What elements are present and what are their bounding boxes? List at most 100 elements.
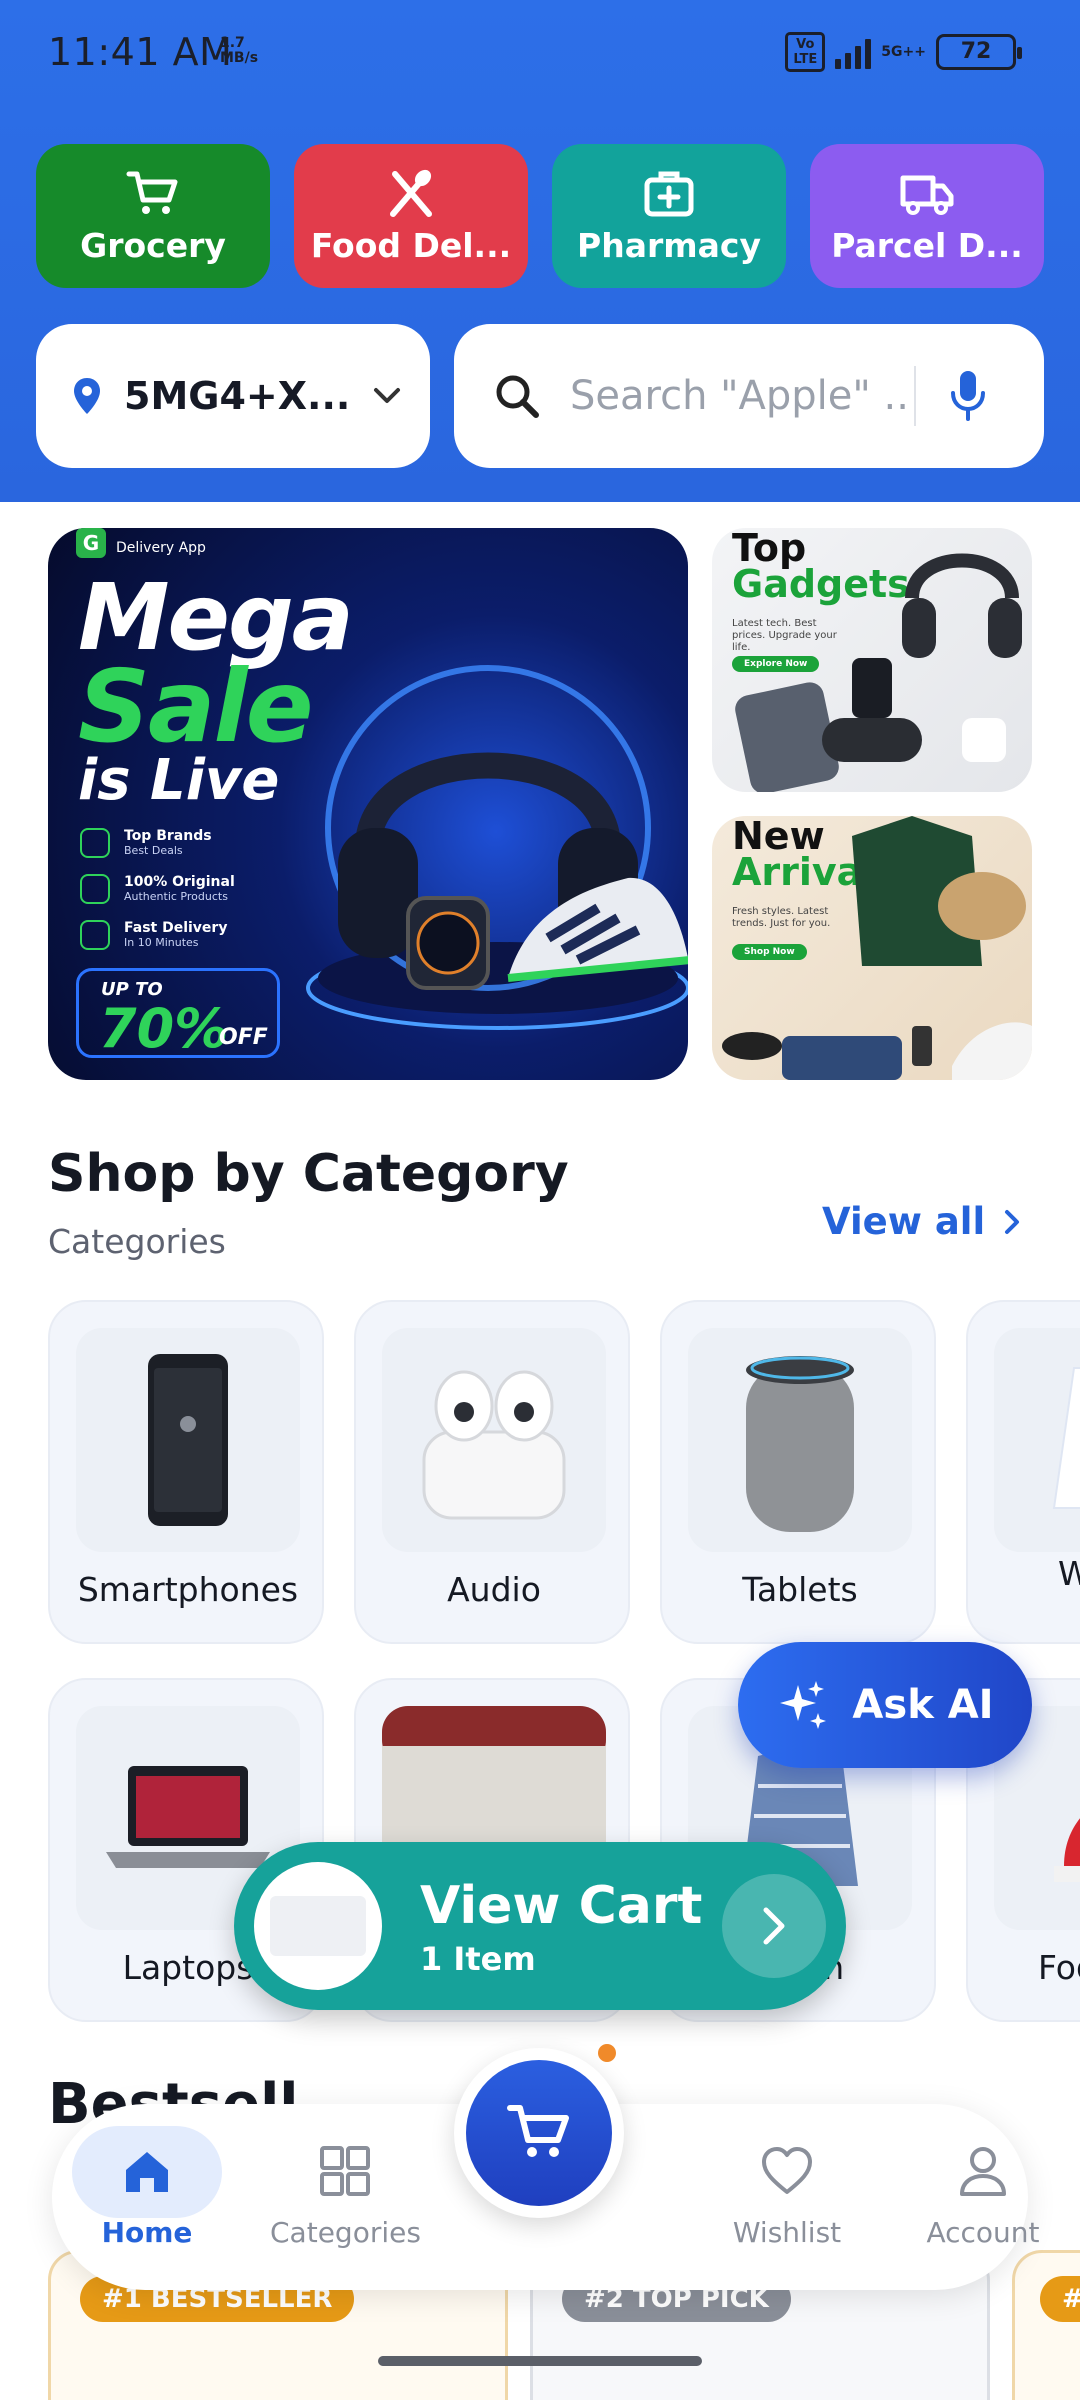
category-name: Audio	[447, 1570, 541, 1609]
location-selector[interactable]: 5MG4+X...	[36, 324, 430, 468]
sparkle-icon	[780, 1681, 827, 1729]
view-all-link[interactable]: View all	[822, 1200, 1021, 1243]
feature-sub: Authentic Products	[124, 890, 228, 903]
view-cart-count: 1 Item	[420, 1940, 536, 1978]
gadgets-image	[735, 553, 1022, 792]
home-icon	[126, 2152, 168, 2192]
service-label: Pharmacy	[577, 226, 761, 265]
chevron-down-icon	[374, 388, 401, 403]
category-name: Smartphones	[77, 1570, 299, 1609]
smartphone-image	[148, 1354, 228, 1526]
dress-image	[1052, 1367, 1080, 1509]
banner-new-arrivals[interactable]: New Arrivals Fresh styles. Latest trends…	[712, 816, 1032, 1080]
network-speed-value: 1.7	[220, 35, 245, 51]
nav-categories[interactable]: Categories	[270, 2126, 421, 2276]
headphones-shoe-image	[306, 665, 688, 1030]
header: 11:41 AM 1.7 MB/s Vo LTE 5G++ 72 Grocery	[0, 0, 1080, 502]
network-speed-unit: MB/s	[220, 50, 259, 66]
status-icons: Vo LTE 5G++ 72	[785, 32, 1022, 72]
ask-ai-label: Ask AI	[852, 1682, 994, 1728]
brand-logo-sub: Delivery App	[116, 540, 206, 556]
smart-speaker-image	[746, 1356, 854, 1532]
search-input[interactable]	[570, 373, 910, 419]
arrow-right-icon	[722, 1874, 826, 1978]
service-tile-grocery[interactable]: Grocery	[36, 144, 270, 288]
app-screen: 11:41 AM 1.7 MB/s Vo LTE 5G++ 72 Grocery	[0, 0, 1080, 2400]
banner-mega-sale[interactable]: G Delivery App Mega Sale is Live Top Bra…	[48, 528, 688, 1080]
chevron-right-icon	[1005, 1209, 1020, 1234]
section-subtitle: Categories	[48, 1222, 226, 1261]
nav-home[interactable]: Home	[72, 2126, 222, 2276]
search-divider	[914, 366, 916, 426]
network-type: 5G++	[881, 43, 926, 60]
service-label: Food Del...	[310, 226, 512, 265]
category-name: Wo Fa	[1058, 1554, 1080, 1594]
status-bar: 11:41 AM 1.7 MB/s Vo LTE 5G++ 72	[0, 0, 1080, 110]
cart-item-thumbnail	[254, 1862, 382, 1990]
location-pin-icon	[74, 378, 100, 414]
cart-icon	[507, 2105, 569, 2157]
category-card-smartphones[interactable]: Smartphones	[48, 1300, 324, 1644]
offer-suffix: OFF	[219, 1025, 268, 1050]
grid-icon	[320, 2146, 370, 2196]
search-icon	[496, 375, 539, 418]
nav-label: Home	[101, 2216, 193, 2249]
banner-headline-3: is Live	[78, 748, 280, 813]
notification-dot	[598, 2044, 616, 2062]
nav-account[interactable]: Account	[908, 2126, 1058, 2276]
person-icon	[960, 2147, 1006, 2196]
feature-sub: In 10 Minutes	[124, 936, 199, 949]
banner-feature: Top Brands Best Deals	[80, 828, 212, 858]
feature-title: Fast Delivery	[124, 920, 228, 936]
shield-icon	[80, 874, 110, 904]
truck-icon	[900, 175, 954, 215]
heart-icon	[762, 2147, 812, 2194]
feature-title: Top Brands	[124, 828, 212, 844]
category-name: Tablets	[742, 1570, 858, 1609]
brand-logo-mark: G	[76, 528, 106, 558]
status-time: 11:41 AM	[48, 30, 233, 74]
category-card-tablets[interactable]: Tablets	[660, 1300, 936, 1644]
ask-ai-button[interactable]: Ask AI	[738, 1642, 1032, 1768]
service-label: Grocery	[80, 226, 226, 265]
network-speed: 1.7 MB/s	[220, 36, 258, 66]
section-title: Shop by Category	[48, 1144, 569, 1204]
fork-spoon-icon	[390, 169, 432, 217]
nav-label: Wishlist	[732, 2216, 842, 2249]
search-bar	[454, 324, 1044, 468]
feature-sub: Best Deals	[124, 844, 183, 857]
medkit-icon	[644, 171, 694, 217]
service-tile-food-delivery[interactable]: Food Del...	[294, 144, 528, 288]
service-label: Parcel D...	[831, 226, 1023, 265]
offer-badge: UP TO 70% OFF	[76, 968, 280, 1060]
category-card-audio[interactable]: Audio	[354, 1300, 630, 1644]
cart-icon	[126, 171, 178, 214]
category-name: Foo	[1038, 1948, 1080, 1987]
bestseller-badge: #	[1040, 2276, 1080, 2322]
badge-icon	[80, 828, 110, 858]
category-image	[76, 1328, 300, 1552]
banner-feature: 100% Original Authentic Products	[80, 874, 235, 904]
feature-title: 100% Original	[124, 874, 235, 890]
banner-feature: Fast Delivery In 10 Minutes	[80, 920, 227, 950]
microphone-icon[interactable]	[948, 369, 988, 423]
banner-top-gadgets[interactable]: Top Gadgets Latest tech. Best prices. Up…	[712, 528, 1032, 792]
category-image	[688, 1328, 912, 1552]
category-image	[382, 1328, 606, 1552]
home-indicator[interactable]	[378, 2356, 702, 2366]
offer-value: 70%	[99, 997, 229, 1060]
service-tile-parcel-delivery[interactable]: Parcel D...	[810, 144, 1044, 288]
view-cart-title: View Cart	[420, 1876, 703, 1936]
nav-label: Account	[926, 2216, 1040, 2249]
cart-fab-button[interactable]	[454, 2048, 624, 2218]
nav-wishlist[interactable]: Wishlist	[712, 2126, 862, 2276]
view-all-label: View all	[822, 1200, 986, 1243]
nav-label: Categories	[270, 2216, 421, 2249]
earbuds-image	[422, 1370, 566, 1520]
view-cart-button[interactable]: View Cart 1 Item	[234, 1842, 846, 2010]
signal-icon	[835, 35, 872, 69]
category-card-womens-fashion[interactable]: Wo Fa	[966, 1300, 1080, 1644]
location-text: 5MG4+X...	[124, 374, 351, 418]
service-tile-pharmacy[interactable]: Pharmacy	[552, 144, 786, 288]
fashion-image	[722, 816, 1032, 1080]
